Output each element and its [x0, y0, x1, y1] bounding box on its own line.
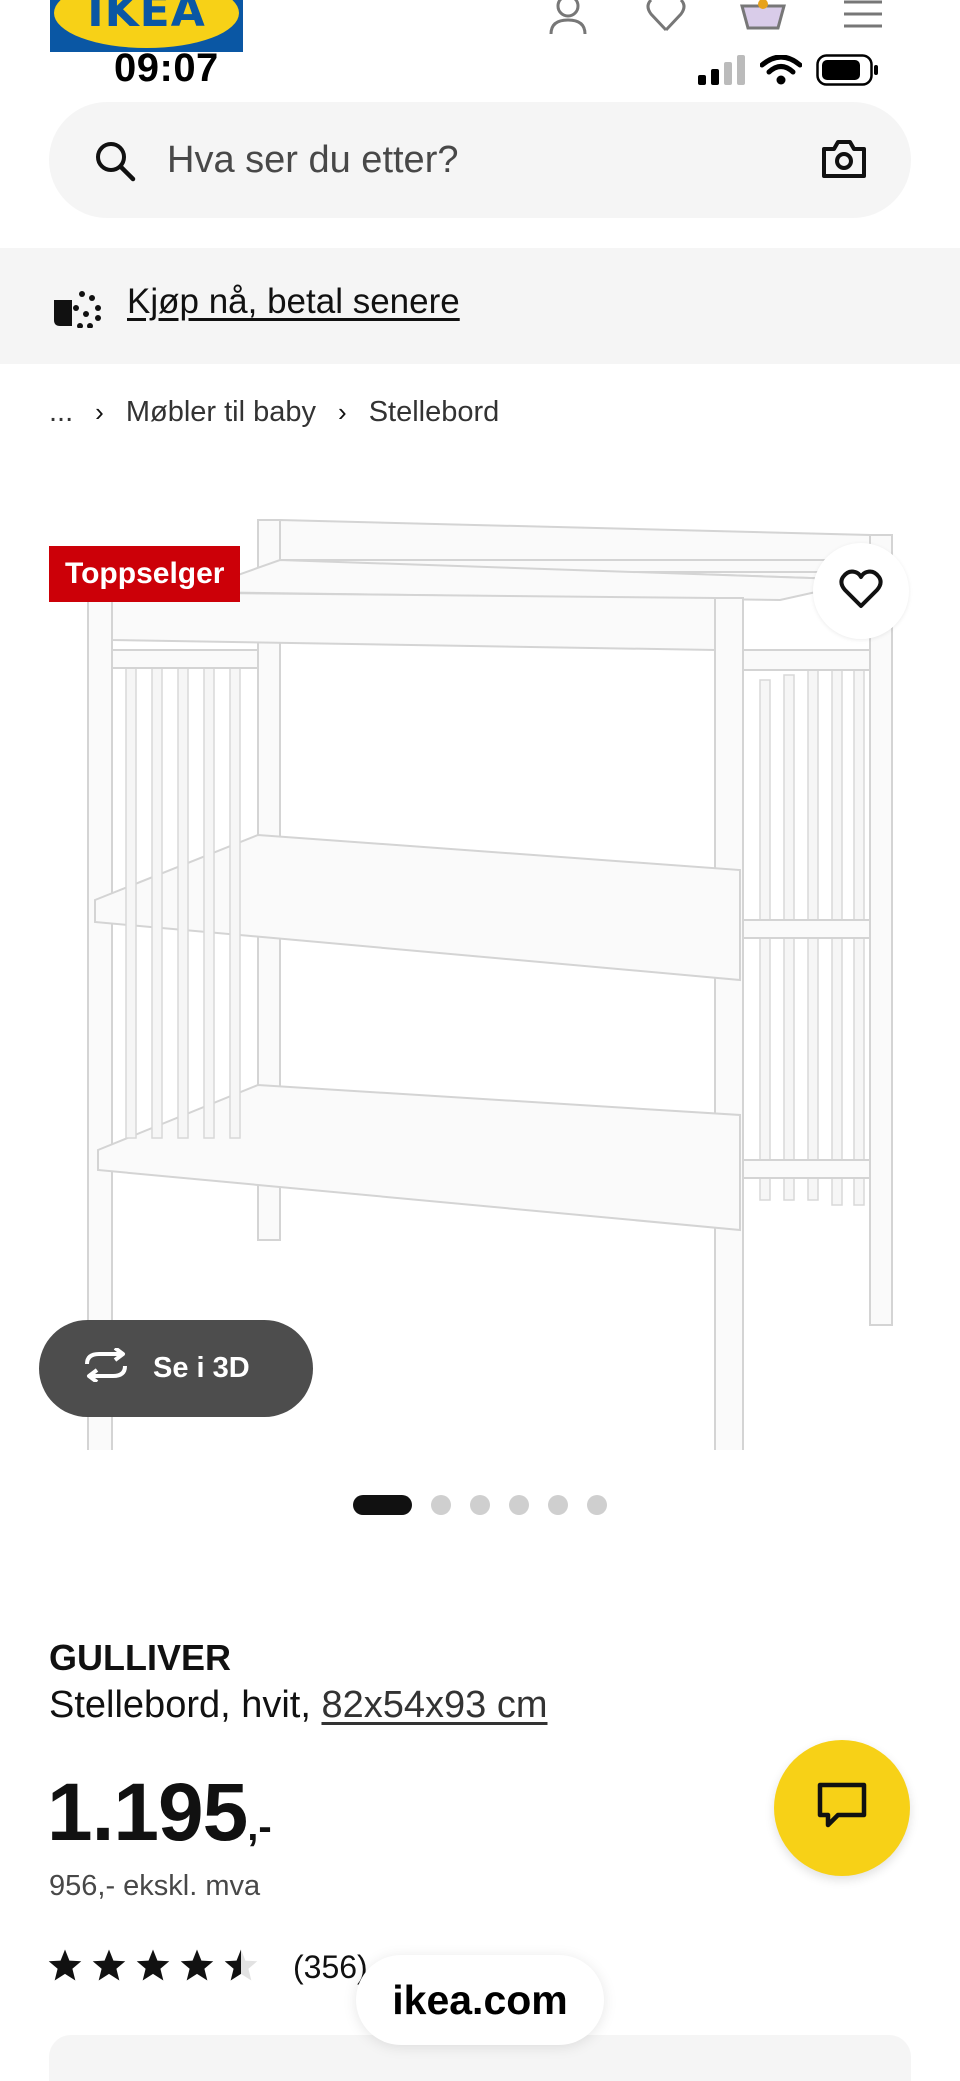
- carousel-dot-1[interactable]: [353, 1495, 412, 1515]
- signal-icon: [698, 54, 746, 90]
- status-icons: [698, 52, 880, 92]
- star-icon: [47, 1948, 83, 1987]
- product-type: Stellebord, hvit,: [49, 1684, 322, 1726]
- pay-later-icon: [52, 286, 104, 333]
- search-input[interactable]: [167, 132, 807, 188]
- product-image[interactable]: [40, 500, 920, 1539]
- heart-icon: [839, 569, 883, 614]
- carousel-dot-5[interactable]: [548, 1495, 568, 1515]
- star-icon: [179, 1948, 215, 1987]
- pay-later-link[interactable]: Kjøp nå, betal senere: [127, 282, 460, 322]
- price-ex-vat: 956,- ekskl. mva: [49, 1870, 261, 1902]
- logo-text: IKEA: [87, 0, 206, 37]
- product-price: 1.195,-: [47, 1766, 272, 1860]
- product-rating[interactable]: (356): [47, 1948, 368, 1987]
- wifi-icon: [759, 54, 803, 90]
- add-to-favourites-button[interactable]: [813, 543, 909, 639]
- carousel-dot-3[interactable]: [470, 1495, 490, 1515]
- image-carousel-dots: [353, 1495, 607, 1515]
- menu-icon[interactable]: [840, 0, 886, 34]
- product-name: GULLIVER: [49, 1637, 232, 1678]
- user-icon[interactable]: [545, 0, 591, 34]
- browser-url-bar[interactable]: ikea.com: [356, 1955, 604, 2045]
- ikea-logo[interactable]: IKEA: [50, 0, 243, 52]
- price-suffix: ,-: [247, 1805, 272, 1849]
- basket-icon[interactable]: [740, 0, 786, 34]
- search-icon[interactable]: [93, 139, 137, 188]
- carousel-dot-4[interactable]: [509, 1495, 529, 1515]
- star-icon: [135, 1948, 171, 1987]
- product-dimensions-link[interactable]: 82x54x93 cm: [321, 1684, 547, 1726]
- chat-button[interactable]: [774, 1740, 910, 1876]
- breadcrumb-item-baby-furniture[interactable]: Møbler til baby: [126, 396, 316, 429]
- chat-bubble-icon: [816, 1781, 868, 1836]
- breadcrumb-ellipsis[interactable]: ...: [49, 396, 73, 429]
- chevron-right-icon: ›: [95, 397, 104, 427]
- battery-icon: [816, 53, 880, 91]
- rotate-3d-icon: [81, 1345, 131, 1390]
- status-time: 09:07: [114, 46, 219, 90]
- star-icon: [91, 1948, 127, 1987]
- search-bar[interactable]: [49, 102, 911, 218]
- breadcrumb-item-changing-table[interactable]: Stellebord: [369, 396, 500, 429]
- product-description: Stellebord, hvit, 82x54x93 cm: [49, 1684, 548, 1727]
- half-star-icon: [223, 1948, 259, 1987]
- view-in-3d-button[interactable]: Se i 3D: [39, 1320, 313, 1417]
- view-in-3d-label: Se i 3D: [153, 1352, 250, 1384]
- chevron-right-icon: ›: [338, 397, 347, 427]
- bestseller-badge: Toppselger: [49, 546, 241, 602]
- breadcrumb: ... › Møbler til baby › Stellebord: [49, 396, 499, 429]
- camera-icon[interactable]: [821, 138, 867, 185]
- carousel-dot-2[interactable]: [431, 1495, 451, 1515]
- promo-banner[interactable]: Kjøp nå, betal senere: [0, 248, 960, 364]
- review-count: (356): [293, 1949, 368, 1985]
- carousel-dot-6[interactable]: [587, 1495, 607, 1515]
- heart-icon[interactable]: [643, 0, 689, 34]
- price-value: 1.195: [47, 1767, 248, 1858]
